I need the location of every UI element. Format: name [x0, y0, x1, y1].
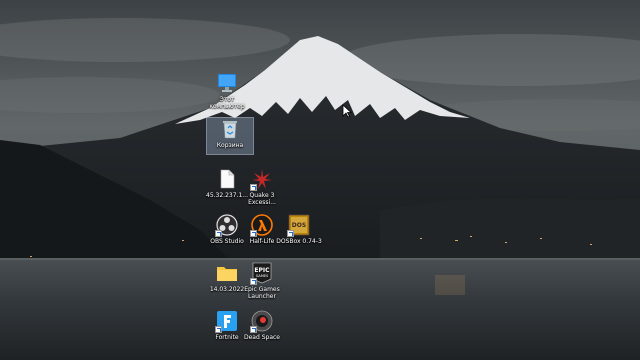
- dosbox-logo-text: DOS: [292, 222, 306, 229]
- mouse-pointer-icon: [342, 104, 352, 118]
- obs-icon: [215, 214, 238, 237]
- desktop[interactable]: Этот компьютер Корзина 45.32.237.1... Qu…: [0, 0, 640, 360]
- desktop-icon-label: Этот компьютер: [209, 96, 245, 110]
- shortcut-arrow-icon: [250, 230, 257, 237]
- shortcut-arrow-icon: [215, 230, 222, 237]
- shortcut-arrow-icon: [250, 278, 257, 285]
- shortcut-arrow-icon: [287, 230, 294, 237]
- desktop-icon-dosbox[interactable]: DOS DOSBox 0.74-3: [276, 214, 322, 258]
- desktop-icon-label: Epic Games Launcher: [244, 286, 280, 300]
- desktop-icon-dead-space[interactable]: Dead Space: [239, 310, 285, 354]
- epic-logo-line2: GAMES: [256, 274, 269, 278]
- half-life-icon: [250, 214, 273, 237]
- folder-icon: [216, 262, 238, 284]
- desktop-icon-recycle-bin[interactable]: Корзина: [206, 117, 254, 155]
- desktop-icon-epic-games[interactable]: EPIC GAMES Epic Games Launcher: [239, 262, 285, 306]
- epic-games-icon: EPIC GAMES: [250, 262, 273, 285]
- desktop-icon-quake3[interactable]: Quake 3 Excessi...: [239, 168, 285, 212]
- file-icon: [216, 168, 238, 190]
- shortcut-arrow-icon: [215, 326, 222, 333]
- dead-space-icon: [250, 310, 273, 333]
- wallpaper-mount-fuji: [0, 0, 640, 360]
- computer-icon: [216, 72, 238, 94]
- quake3-icon: [250, 168, 273, 191]
- desktop-icon-label: Dead Space: [244, 334, 280, 341]
- desktop-icon-label: Quake 3 Excessi...: [248, 192, 276, 206]
- shortcut-arrow-icon: [250, 326, 257, 333]
- epic-logo-line1: EPIC: [254, 267, 270, 274]
- dosbox-icon: DOS: [287, 214, 310, 237]
- desktop-icon-label: Корзина: [216, 142, 244, 149]
- recycle-bin-icon: [219, 118, 241, 140]
- desktop-icon-this-pc[interactable]: Этот компьютер: [204, 72, 250, 116]
- shortcut-arrow-icon: [250, 184, 257, 191]
- desktop-icon-label: DOSBox 0.74-3: [276, 238, 322, 245]
- fortnite-icon: [215, 310, 238, 333]
